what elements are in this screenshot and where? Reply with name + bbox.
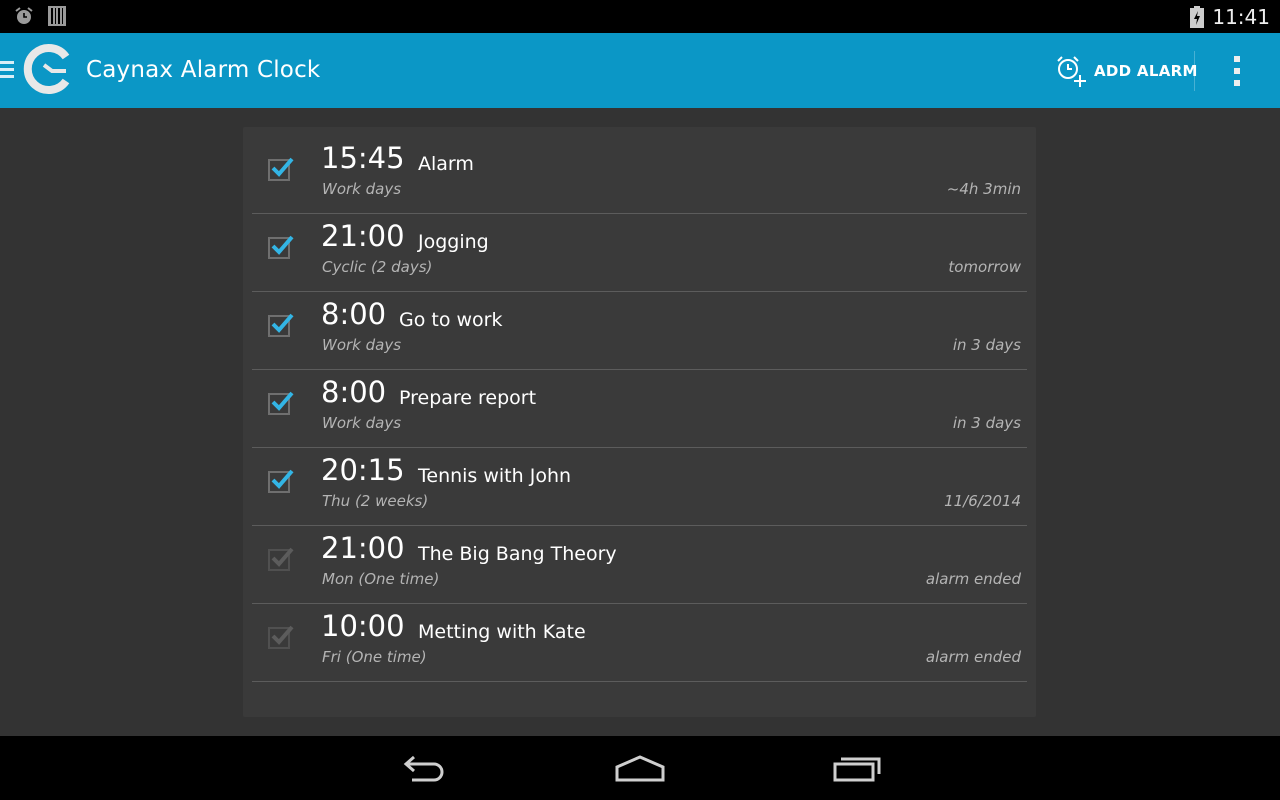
alarm-enabled-checkbox[interactable] xyxy=(266,387,296,417)
alarm-enabled-checkbox[interactable] xyxy=(266,621,296,651)
alarm-enabled-checkbox[interactable] xyxy=(266,231,296,261)
alarm-name: Metting with Kate xyxy=(418,621,586,643)
barcode-icon xyxy=(48,6,66,26)
content-area: 15:45 Alarm Work days ~4h 3min 21:00 Jogging C… xyxy=(0,108,1280,736)
alarm-next-time: alarm ended xyxy=(925,648,1021,666)
alarm-item[interactable]: 20:15 Tennis with John Thu (2 weeks) 11/6/2… xyxy=(252,448,1027,526)
alarm-name: Jogging xyxy=(418,231,489,253)
action-bar-divider xyxy=(1194,51,1195,91)
drawer-menu-icon[interactable] xyxy=(0,59,14,81)
alarm-item[interactable]: 21:00 Jogging Cyclic (2 days) tomorrow xyxy=(252,214,1027,292)
alarm-next-time: ~4h 3min xyxy=(946,180,1021,198)
alarm-list: 15:45 Alarm Work days ~4h 3min 21:00 Jogging C… xyxy=(252,136,1027,682)
alarm-item[interactable]: 21:00 The Big Bang Theory Mon (One time) al… xyxy=(252,526,1027,604)
alarm-time: 20:15 xyxy=(321,453,405,487)
app-logo-icon[interactable] xyxy=(22,43,74,95)
alarm-name: Alarm xyxy=(418,153,474,175)
alarm-item[interactable]: 10:00 Metting with Kate Fri (One time) alar… xyxy=(252,604,1027,682)
alarm-repeat: Work days xyxy=(322,180,402,198)
alarm-next-time: tomorrow xyxy=(948,258,1021,276)
alarm-name: The Big Bang Theory xyxy=(418,543,617,565)
alarm-repeat: Work days xyxy=(322,414,402,432)
status-bar: 11:41 xyxy=(0,0,1280,33)
alarm-next-time: in 3 days xyxy=(952,414,1021,432)
back-icon[interactable] xyxy=(400,752,448,786)
home-icon[interactable] xyxy=(614,752,666,786)
navigation-bar xyxy=(0,736,1280,800)
alarm-repeat: Cyclic (2 days) xyxy=(322,258,433,276)
alarm-card: 15:45 Alarm Work days ~4h 3min 21:00 Jogging C… xyxy=(243,127,1036,717)
alarm-time: 8:00 xyxy=(321,375,387,409)
alarm-item[interactable]: 8:00 Go to work Work days in 3 days xyxy=(252,292,1027,370)
alarm-enabled-checkbox[interactable] xyxy=(266,465,296,495)
battery-icon xyxy=(1190,6,1205,28)
alarm-icon xyxy=(15,7,33,24)
app-title: Caynax Alarm Clock xyxy=(86,57,321,83)
recent-apps-icon[interactable] xyxy=(832,752,882,786)
add-alarm-button[interactable]: ADD ALARM xyxy=(1054,53,1198,89)
alarm-time: 8:00 xyxy=(321,297,387,331)
alarm-name: Go to work xyxy=(399,309,503,331)
alarm-name: Tennis with John xyxy=(418,465,572,487)
add-alarm-label: ADD ALARM xyxy=(1094,62,1198,80)
alarm-enabled-checkbox[interactable] xyxy=(266,543,296,573)
alarm-enabled-checkbox[interactable] xyxy=(266,309,296,339)
alarm-repeat: Thu (2 weeks) xyxy=(322,492,429,510)
clock-time: 11:41 xyxy=(1212,5,1270,29)
alarm-repeat: Work days xyxy=(322,336,402,354)
alarm-time: 21:00 xyxy=(321,531,405,565)
alarm-next-time: in 3 days xyxy=(952,336,1021,354)
alarm-next-time: alarm ended xyxy=(925,570,1021,588)
alarm-name: Prepare report xyxy=(399,387,537,409)
alarm-time: 21:00 xyxy=(321,219,405,253)
alarm-enabled-checkbox[interactable] xyxy=(266,153,296,183)
alarm-next-time: 11/6/2014 xyxy=(944,492,1021,510)
alarm-item[interactable]: 8:00 Prepare report Work days in 3 days xyxy=(252,370,1027,448)
alarm-item[interactable]: 15:45 Alarm Work days ~4h 3min xyxy=(252,136,1027,214)
alarm-repeat: Fri (One time) xyxy=(322,648,427,666)
overflow-menu-icon[interactable] xyxy=(1226,55,1250,87)
alarm-repeat: Mon (One time) xyxy=(322,570,440,588)
action-bar: Caynax Alarm Clock ADD ALARM xyxy=(0,33,1280,108)
alarm-add-icon xyxy=(1057,56,1086,87)
alarm-time: 10:00 xyxy=(321,609,405,643)
alarm-time: 15:45 xyxy=(321,141,405,175)
